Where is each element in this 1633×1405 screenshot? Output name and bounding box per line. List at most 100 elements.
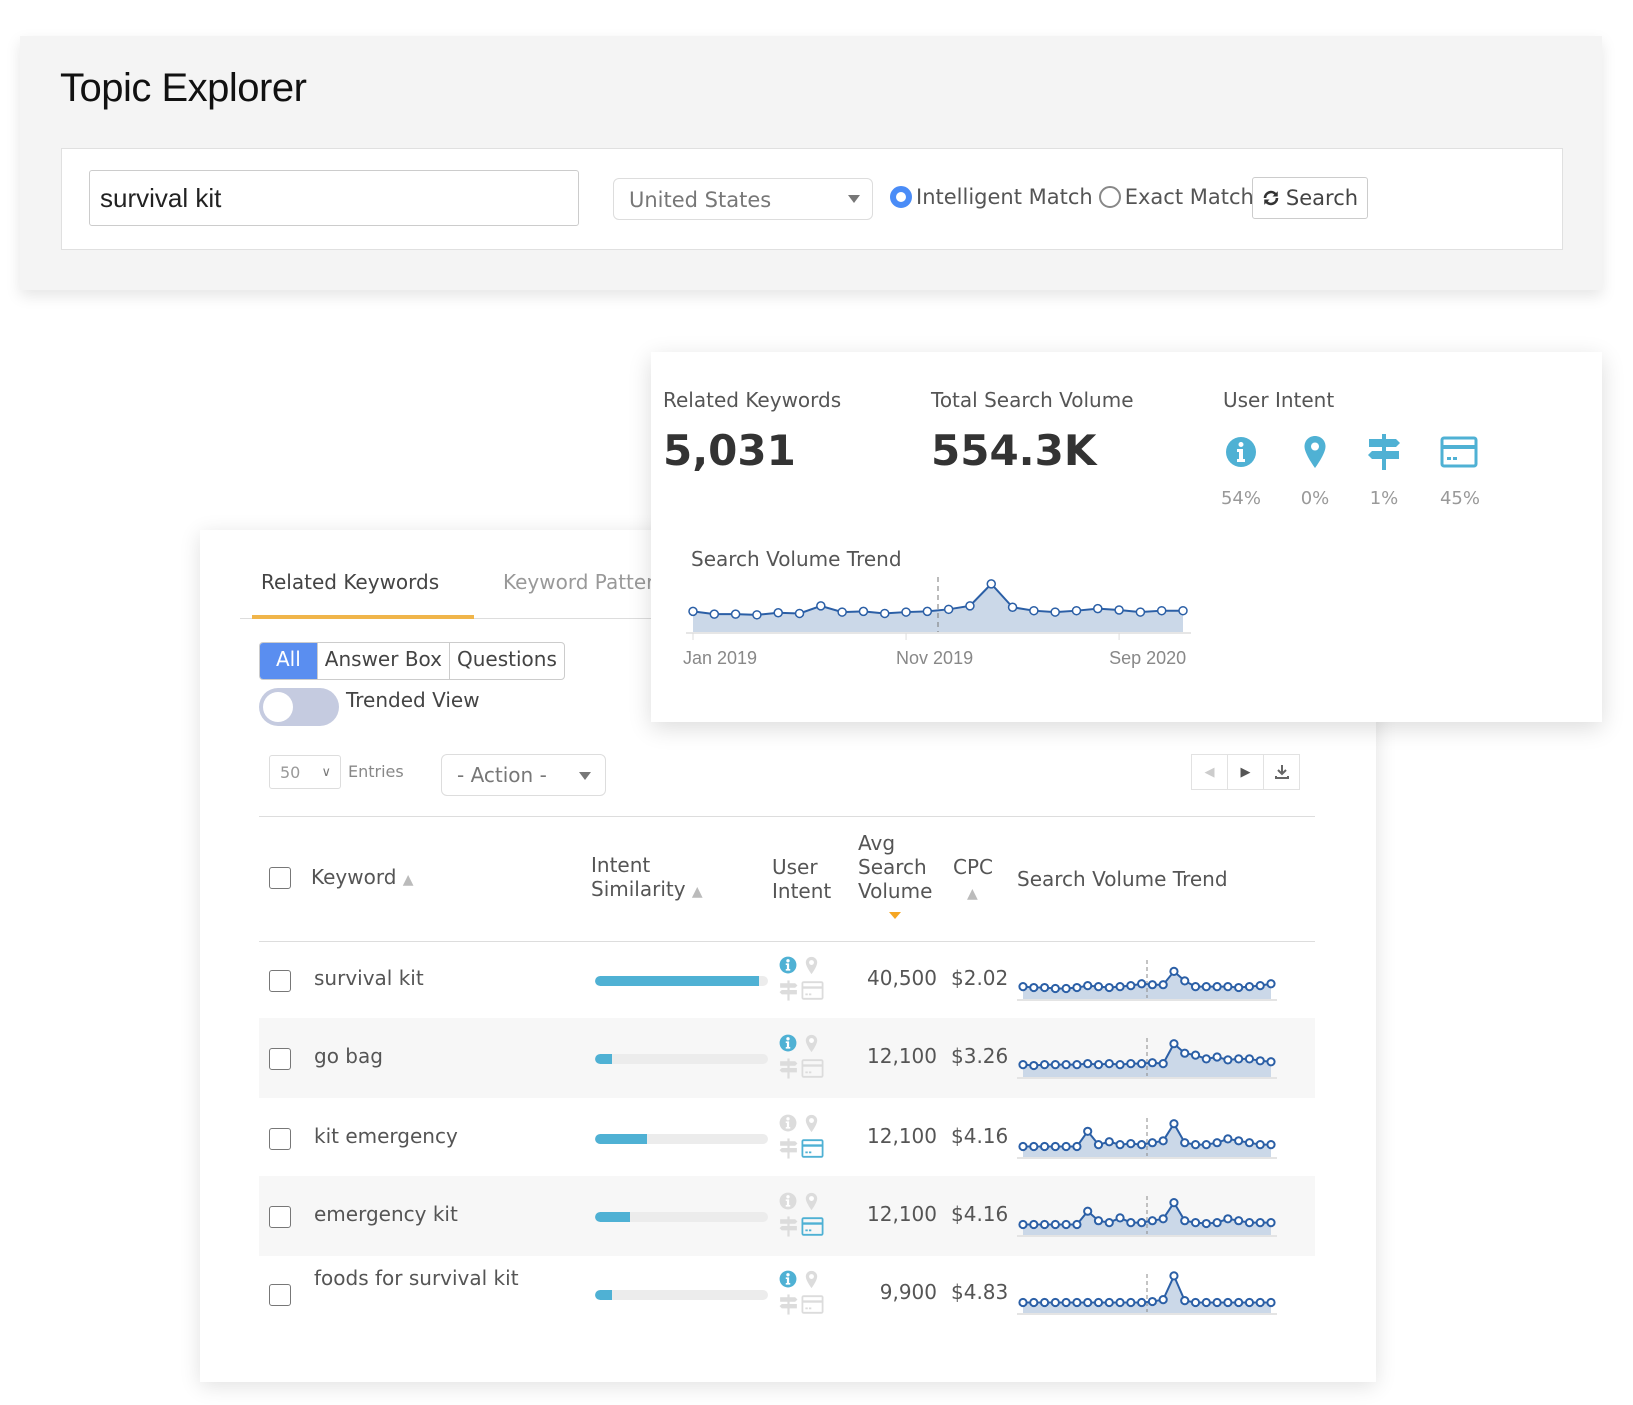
trend-point[interactable] [837,607,847,617]
intent-local-pct: 0% [1300,488,1330,509]
export-button[interactable] [1263,754,1300,790]
sparkline-point [1223,1214,1233,1224]
cpc-cell: $4.16 [951,1124,1009,1148]
trend-point[interactable] [901,607,911,617]
credit-card-icon [801,981,824,1000]
keyword-cell[interactable]: foods for survival kit [314,1266,519,1290]
x-tick-label: Jan 2019 [683,648,757,668]
sparkline-point [1201,982,1211,992]
next-page-button[interactable]: ▶ [1227,754,1264,790]
trended-view-toggle[interactable] [259,688,339,726]
trend-point[interactable] [688,606,698,617]
filter-answer-box[interactable]: Answer Box [316,643,449,679]
sparkline-point [1093,1297,1104,1308]
trend-point[interactable] [1007,602,1018,612]
sparkline-point [1223,982,1233,992]
row-checkbox[interactable] [269,1048,291,1070]
tab-keyword-patterns[interactable]: Keyword Patter [503,570,654,594]
table-row[interactable]: survival kit 40,500 $2.02 [259,940,1315,1020]
chevron-down-icon: ∨ [321,765,331,780]
trend-point[interactable] [773,608,783,618]
prev-page-button[interactable]: ◀ [1191,754,1228,790]
column-header-intent-similarity[interactable]: Intent Similarity ▲ [591,853,703,904]
trend-point[interactable] [752,610,762,620]
filter-all[interactable]: All [260,643,317,679]
trend-point[interactable] [986,579,997,589]
trend-point[interactable] [1093,603,1103,614]
entries-per-page-select[interactable]: 50 ∨ [269,755,341,789]
credit-card-icon [801,1295,824,1314]
table-row[interactable]: emergency kit 12,100 $4.16 [259,1176,1315,1256]
column-header-cpc[interactable]: CPC ▲ [953,855,993,906]
column-header-keyword[interactable]: Keyword ▲︎ [311,865,414,892]
trend-point[interactable] [1050,607,1060,617]
sparkline-point [1104,1137,1114,1147]
intelligent-match-label[interactable]: Intelligent Match [916,185,1093,209]
keyword-cell[interactable]: survival kit [314,966,424,990]
sparkline-point [1126,1139,1136,1149]
sparkline-point [1180,976,1190,986]
sparkline-point [1212,1218,1222,1228]
sparkline-point [1104,1297,1114,1308]
trend-point[interactable] [879,608,890,619]
sparkline-point [1234,982,1244,993]
sparkline-point [1083,1206,1093,1216]
row-checkbox[interactable] [269,1206,291,1228]
sparkline-point [1158,1214,1168,1224]
intent-similarity-header-line2: Similarity [591,877,686,901]
country-select[interactable]: United States [613,178,873,220]
sparkline-point [1244,1297,1255,1308]
trend-point[interactable] [858,606,869,617]
sparkline-point [1072,1141,1082,1152]
action-select[interactable]: - Action - [441,754,606,796]
avg-search-volume-cell: 12,100 [867,1202,937,1226]
trend-point[interactable] [1178,605,1188,616]
sparkline-point [1072,1219,1082,1230]
trend-point[interactable] [730,609,741,619]
sparkline-point [1061,1297,1071,1308]
trend-point[interactable] [1114,605,1124,615]
keyword-cell[interactable]: emergency kit [314,1202,458,1226]
keyword-input[interactable] [89,170,579,226]
row-checkbox[interactable] [269,970,291,992]
sparkline-point [1147,1216,1157,1226]
search-button[interactable]: Search [1252,177,1368,219]
trend-point[interactable] [1029,605,1039,616]
sparkline-point [1018,1297,1028,1308]
select-all-checkbox[interactable] [269,867,291,889]
trend-point[interactable] [1071,605,1082,616]
sparkline-point [1266,1297,1276,1308]
filter-questions[interactable]: Questions [449,643,564,679]
signpost-icon [779,1294,798,1315]
sort-icon: ▲︎ [402,872,414,888]
keyword-cell[interactable]: kit emergency [314,1124,458,1148]
trend-point[interactable] [794,608,805,619]
trend-point[interactable] [943,604,954,615]
trend-point[interactable] [922,606,933,617]
pagination: ◀ ▶ [1191,754,1300,790]
trend-point[interactable] [1135,607,1146,617]
column-header-avg-search-volume[interactable]: Avg Search Volume [858,831,932,903]
exact-match-radio[interactable] [1098,186,1121,208]
row-checkbox[interactable] [269,1284,291,1306]
credit-card-icon [1440,436,1478,468]
table-row[interactable]: kit emergency 12,100 $4.16 [259,1098,1315,1178]
intent-similarity-fill [595,1290,613,1300]
exact-match-label[interactable]: Exact Match [1125,185,1254,209]
avg-search-volume-cell: 40,500 [867,966,937,990]
trend-point[interactable] [709,609,720,619]
trend-point[interactable] [965,601,975,611]
trend-point[interactable] [816,601,826,611]
trend-point[interactable] [1156,605,1167,616]
table-row[interactable]: foods for survival kit 9,900 $4.83 [259,1254,1315,1334]
user-intent-icons [779,956,829,1006]
row-checkbox[interactable] [269,1128,291,1150]
intelligent-match-radio[interactable] [890,186,912,208]
table-row[interactable]: go bag 12,100 $3.26 [259,1018,1315,1098]
tab-related-keywords[interactable]: Related Keywords [261,570,439,594]
keyword-cell[interactable]: go bag [314,1044,383,1068]
sparkline-point [1234,1297,1244,1308]
info-icon [1226,437,1256,467]
sort-descending-icon[interactable] [889,912,901,919]
sparkline-point [1018,1060,1028,1070]
